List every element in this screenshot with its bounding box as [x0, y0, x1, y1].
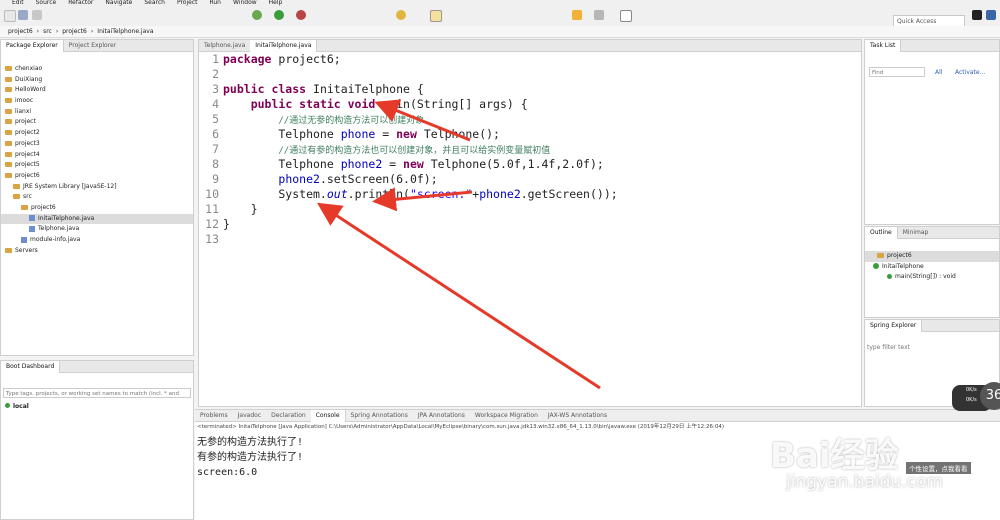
annotation-arrows: [316, 99, 601, 390]
arrow-to-main: [374, 99, 471, 142]
arrow-to-out: [316, 202, 601, 390]
arrow-to-println: [372, 187, 473, 212]
